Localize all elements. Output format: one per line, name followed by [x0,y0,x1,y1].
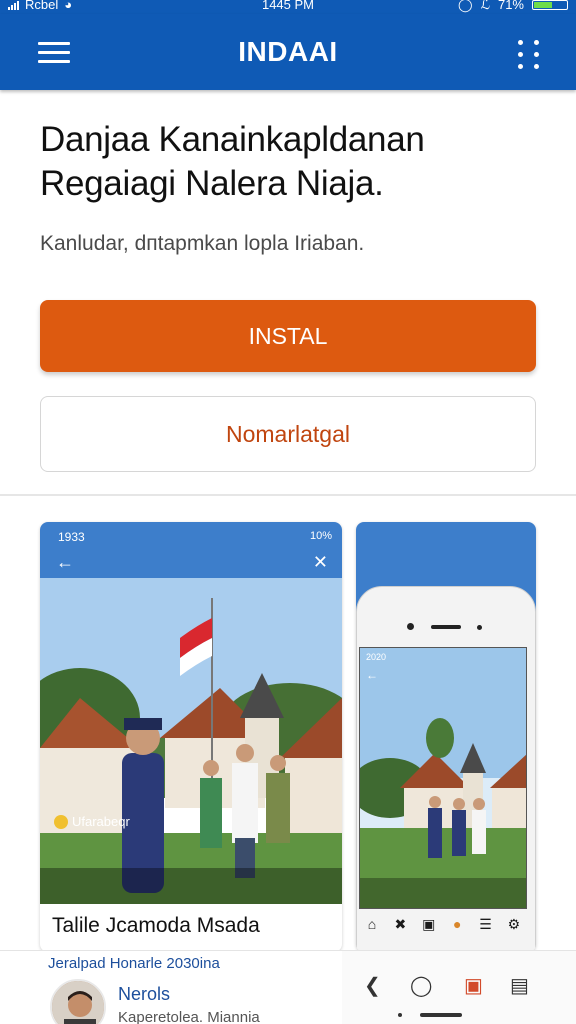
close-icon[interactable]: ✕ [313,552,328,573]
screenshot-card-1[interactable]: 1933 10% ← ✕ Ufarabeqr Talile Jcamoda Ms… [40,522,342,952]
battery-icon [532,0,568,10]
tools-icon: ✖ [394,915,407,932]
badge-icon: ● [452,916,462,932]
section-divider [0,494,576,496]
back-arrow-icon[interactable]: ← [56,552,74,573]
phone-back-icon: ← [366,668,378,682]
phone-toolbar: ⌂ ✖ ▣ ● ☰ ⚙ [363,915,523,933]
home-icon: ⌂ [367,916,377,932]
phone-screen: 2020 ← [359,647,527,909]
navigation-bar: ❮ ◯ ▣ ▤ [342,950,576,1024]
battery-percent: 71% [497,0,524,12]
status-right: ◯ ℒ 71% [458,0,568,11]
app-title: INDAAI [238,36,338,67]
phone-screen-time: 2020 [366,652,387,662]
phone-mockup: 2020 ← ⌂ ✖ ▣ ● ☰ ⚙ [356,586,536,952]
gesture-handle[interactable] [420,1013,462,1017]
secondary-action-button[interactable]: Nomarlatgal [40,396,536,472]
app-bar: INDAAI [0,14,576,90]
screenshot-1-time: 1933 [58,530,85,544]
nav-dot [398,1013,402,1017]
kebab-menu-icon[interactable] [518,40,544,69]
alarm-icon: ◯ [458,0,473,12]
settings-icon: ⚙ [507,915,521,932]
status-bar: Rcbel ◕ 1445 PM ◯ ℒ 71% [0,0,576,14]
location-icon [54,814,68,829]
home-icon[interactable]: ◯ [410,973,432,998]
app-icon[interactable]: ▣ [464,973,483,998]
front-camera-icon [407,623,414,630]
page-subtitle: Kanludar, dпtapmkan lopla Iriaban. [40,232,365,255]
flag-ceremony-photo [40,578,342,904]
avatar [50,979,106,1024]
bottom-info-panel[interactable]: Jeralpad Honarle 2030ina Nerols Kapereto… [0,950,342,1024]
panel-headline: Jeralpad Honarle 2030ina [48,955,220,972]
screenshot-1-status: 10% [309,530,332,542]
speaker-grille [431,625,461,629]
screenshot-1-title: Talile Jcamoda Msada [52,914,260,937]
screenshot-card-2[interactable]: 2020 ← ⌂ ✖ ▣ ● ☰ ⚙ [356,522,536,952]
screenshot-1-header: 1933 10% ← ✕ [40,522,342,578]
menu-icon: ☰ [479,915,492,932]
panel-subtitle: Kaperetolea. Miannia [118,1009,260,1024]
page-headline: Danjaa Kanainkapldanan Regaiagi Nalera N… [40,120,425,203]
screenshot-1-chip-label: Ufarabeqr [72,814,130,829]
recent-apps-icon[interactable]: ▤ [510,973,529,998]
bluetooth-icon: ℒ [480,0,490,12]
install-button[interactable]: INSTAL [40,300,536,372]
back-icon[interactable]: ❮ [364,973,381,998]
panel-name: Nerols [118,984,171,1004]
grid-icon: ▣ [422,915,436,932]
screenshot-1-chip: Ufarabeqr [54,814,130,829]
sensor-icon [477,625,482,630]
